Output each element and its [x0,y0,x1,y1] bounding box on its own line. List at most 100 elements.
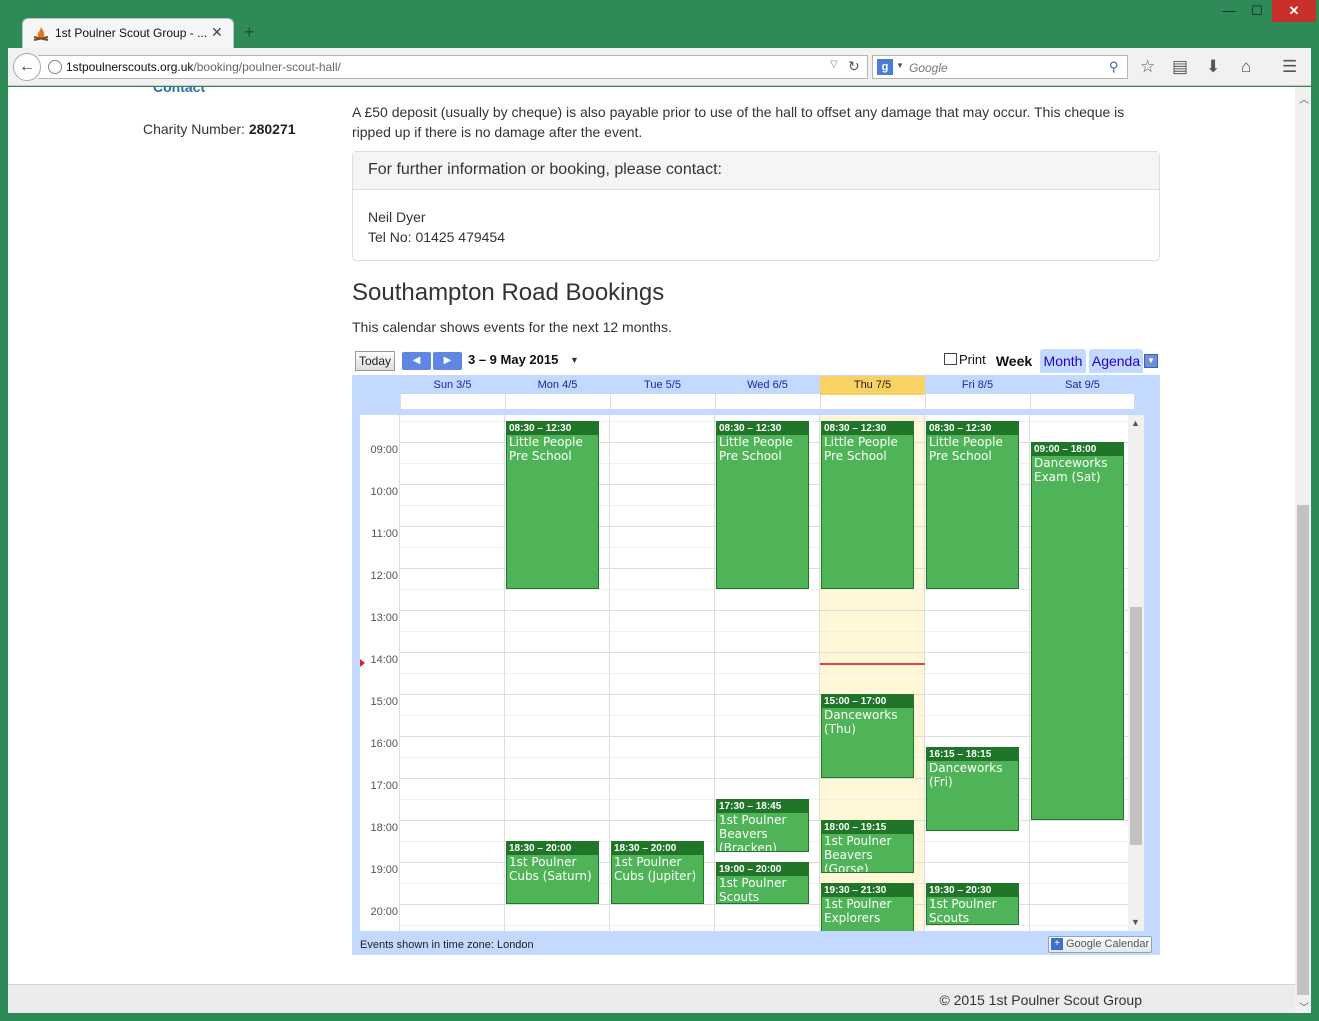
grid-line [400,904,1136,905]
event-time: 08:30 – 12:30 [822,422,913,435]
all-day-cell[interactable] [505,394,610,409]
google-icon[interactable]: g [877,59,893,75]
scroll-up-icon[interactable]: ︿ [1299,91,1309,106]
event-title: 1st Poulner Cubs (Saturn) [509,855,592,883]
hour-label: 12:00 [370,570,398,582]
download-icon[interactable]: ⬇ [1206,57,1220,77]
scroll-up-icon[interactable]: ▲ [1131,418,1140,428]
all-day-cell[interactable] [925,394,1030,409]
grid-line [400,631,1136,632]
tab-week[interactable]: Week [990,349,1038,373]
day-header[interactable]: Wed 6/5 [715,376,820,395]
menu-icon[interactable]: ☰ [1282,57,1297,77]
calendar-event[interactable]: 08:30 – 12:30 Little People Pre School [506,421,599,589]
day-header[interactable]: Fri 8/5 [925,376,1030,395]
navigation-toolbar: 1stpoulnerscouts.org.uk/booking/poulner-… [8,48,1311,86]
page-content: Contact Charity Number: 280271 A £50 dep… [8,87,1295,984]
reload-icon[interactable]: ↻ [848,58,860,75]
event-title: 1st Poulner Beavers (Gorse) [824,834,892,873]
calendar-event[interactable]: 19:30 – 21:30 1st Poulner Explorers [821,883,914,931]
calendar-scroll-thumb[interactable] [1130,607,1142,845]
grid-line [400,736,1136,737]
next-week-button[interactable]: ▶ [433,352,462,370]
panel-heading: For further information or booking, plea… [353,152,1159,190]
grid-line [400,610,1136,611]
url-dropdown-icon[interactable]: ▽ [830,59,838,70]
home-icon[interactable]: ⌂ [1241,57,1251,77]
calendar-event[interactable]: 08:30 – 12:30 Little People Pre School [926,421,1019,589]
back-arrow-icon: ← [19,58,35,75]
back-button[interactable]: ← [13,53,41,81]
google-calendar-button[interactable]: + Google Calendar [1048,936,1152,953]
print-button[interactable]: Print [944,352,986,367]
charity-value: 280271 [248,121,296,137]
prev-week-button[interactable]: ◀ [402,352,431,370]
calendar-event[interactable]: 17:30 – 18:45 1st Poulner Beavers (Bracke… [716,799,809,852]
calendar-event[interactable]: 16:15 – 18:15 Danceworks (Fri) [926,747,1019,831]
search-bar[interactable]: g ▼ Google ⚲ [872,55,1128,79]
event-title: 1st Poulner Explorers [824,897,892,925]
all-day-cell[interactable] [610,394,715,409]
copyright: © 2015 1st Poulner Scout Group [939,992,1142,1008]
new-tab-button[interactable]: + [244,22,255,43]
address-bar[interactable]: 1stpoulnerscouts.org.uk/booking/poulner-… [38,55,868,79]
day-header[interactable]: Mon 4/5 [505,376,610,395]
calendar-event[interactable]: 18:30 – 20:00 1st Poulner Cubs (Jupiter) [611,841,704,904]
hour-label: 09:00 [370,444,398,456]
event-time: 09:00 – 18:00 [1032,443,1123,456]
event-title: Little People Pre School [929,435,1003,463]
calendar-event[interactable]: 18:30 – 20:00 1st Poulner Cubs (Saturn) [506,841,599,904]
date-range[interactable]: 3 – 9 May 2015 [468,352,558,367]
hour-label: 20:00 [370,906,398,918]
day-header[interactable]: Sat 9/5 [1030,376,1135,395]
hour-label: 17:00 [370,780,398,792]
sidebar-contact-link[interactable]: Contact [153,87,205,95]
event-title: Danceworks (Thu) [824,708,898,736]
day-header[interactable]: Thu 7/5 [820,376,925,395]
date-range-dropdown-icon[interactable]: ▼ [570,355,579,365]
search-icon[interactable]: ⚲ [1109,59,1119,75]
event-title: Danceworks (Fri) [929,761,1003,789]
engine-dropdown-icon[interactable]: ▼ [896,61,904,70]
calendar-event[interactable]: 19:00 – 20:00 1st Poulner Scouts [716,862,809,904]
tab-month[interactable]: Month [1040,349,1086,373]
all-day-cell[interactable] [820,394,925,409]
hour-label: 11:00 [371,528,398,540]
grid-line [400,715,1136,716]
grid-line [400,694,1136,695]
all-day-cell[interactable] [400,394,505,409]
calendar-event[interactable]: 18:00 – 19:15 1st Poulner Beavers (Gorse) [821,820,914,873]
minimize-button[interactable]: — [1216,0,1242,22]
calendar-event[interactable]: 08:30 – 12:30 Little People Pre School [716,421,809,589]
calendar-event[interactable]: 19:30 – 20:30 1st Poulner Scouts [926,883,1019,925]
today-button[interactable]: Today [355,351,395,371]
day-header[interactable]: Sun 3/5 [400,376,505,395]
chevron-left-icon: ◀ [412,355,421,366]
reading-list-icon[interactable]: ▤ [1172,57,1188,77]
event-time: 16:15 – 18:15 [927,748,1018,761]
all-day-cell[interactable] [715,394,820,409]
close-tab-icon[interactable]: ✕ [211,24,223,41]
event-time: 08:30 – 12:30 [927,422,1018,435]
grid-line [400,589,1136,590]
scroll-down-icon[interactable]: ▼ [1131,917,1140,927]
tab-agenda[interactable]: Agenda [1089,349,1143,373]
day-header[interactable]: Tue 5/5 [610,376,715,395]
calendar-event[interactable]: 15:00 – 17:00 Danceworks (Thu) [821,694,914,778]
maximize-button[interactable]: ☐ [1244,0,1270,22]
calendar-event[interactable]: 09:00 – 18:00 Danceworks Exam (Sat) [1031,442,1124,820]
page-scrollbar[interactable]: ︿ ﹀ [1295,87,1311,1014]
day-separator [819,415,820,931]
view-dropdown-icon[interactable]: ▼ [1144,354,1158,368]
calendar-event[interactable]: 08:30 – 12:30 Little People Pre School [821,421,914,589]
google-calendar: Today ◀ ▶ 3 – 9 May 2015 ▼ Print Week Mo… [352,347,1160,955]
page-scroll-thumb[interactable] [1297,505,1309,995]
scroll-down-icon[interactable]: ﹀ [1299,999,1309,1014]
calendar-scrollbar[interactable]: ▲ ▼ [1128,415,1144,931]
all-day-cell[interactable] [1030,394,1135,409]
bookmark-star-icon[interactable]: ☆ [1140,57,1155,77]
event-time: 18:30 – 20:00 [507,842,598,855]
close-window-button[interactable]: ✕ [1272,0,1316,22]
event-time: 18:30 – 20:00 [612,842,703,855]
browser-tab[interactable]: 1st Poulner Scout Group - ... ✕ [22,18,234,48]
